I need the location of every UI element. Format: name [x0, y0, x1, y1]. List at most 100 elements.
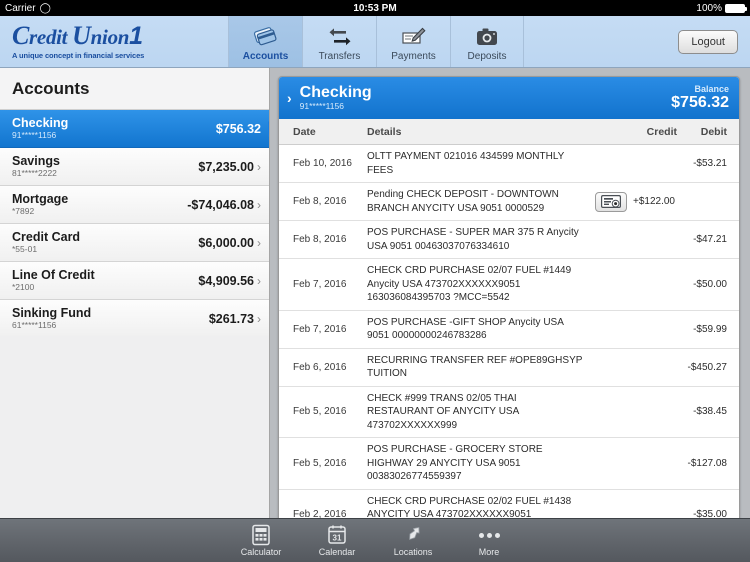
transaction-details: CHECK CRD PURCHASE 02/07 FUEL #1449 Anyc… — [367, 265, 572, 303]
transactions-panel: › Checking 91*****1156 Balance $756.32 D… — [278, 76, 740, 554]
account-name: Credit Card — [12, 229, 81, 244]
account-header-number: 91*****1156 — [299, 101, 344, 112]
main-body: Accounts Checking 91*****1156 $756.32 Savin… — [0, 68, 750, 562]
brand-name-c: C — [12, 21, 30, 50]
sidebar-account-row[interactable]: Credit Card *55-01 $6,000.00 › — [0, 224, 269, 262]
transaction-credit: +$122.00 — [633, 196, 675, 207]
account-name: Savings — [12, 153, 60, 168]
battery-percent-label: 100% — [696, 2, 722, 14]
nav-tab-payments[interactable]: Payments — [376, 16, 450, 67]
transaction-list[interactable]: Feb 10, 2016 OLTT PAYMENT 021016 434599 M… — [279, 145, 739, 539]
tab-more[interactable]: More — [458, 524, 520, 557]
transaction-row[interactable]: Feb 10, 2016 OLTT PAYMENT 021016 434599 M… — [279, 145, 739, 183]
transaction-debit: -$38.45 — [693, 406, 727, 418]
calendar-icon: 31 — [327, 524, 347, 546]
chevron-right-icon: › — [257, 235, 261, 250]
tab-locations[interactable]: Locations — [382, 524, 444, 557]
sidebar-title: Accounts — [12, 78, 90, 98]
transaction-credit-cell: +$122.00 — [591, 191, 677, 212]
account-header-name: Checking — [299, 83, 372, 101]
chevron-right-icon: › — [257, 159, 261, 174]
brand-name-nion: nion — [90, 25, 130, 49]
account-list[interactable]: Checking 91*****1156 $756.32 Savings 81*****… — [0, 110, 269, 336]
transaction-row[interactable]: Feb 6, 2016 RECURRING TRANSFER REF #OPE89… — [279, 348, 739, 387]
account-header[interactable]: › Checking 91*****1156 Balance $756.32 — [279, 77, 739, 119]
sidebar-header: Accounts — [0, 68, 269, 110]
transaction-debit: -$50.00 — [693, 278, 727, 290]
sidebar-account-row[interactable]: Mortgage *7892 -$74,046.08 › — [0, 186, 269, 224]
transaction-row[interactable]: Feb 5, 2016 CHECK #999 TRANS 02/05 THAI R… — [279, 386, 739, 438]
transaction-row[interactable]: Feb 8, 2016 POS PURCHASE - SUPER MAR 375 … — [279, 221, 739, 259]
transaction-row[interactable]: Feb 7, 2016 POS PURCHASE -GIFT SHOP Anyci… — [279, 310, 739, 349]
logout-button[interactable]: Logout — [678, 29, 738, 54]
calculator-icon — [251, 524, 271, 546]
account-balance: $261.73 — [208, 311, 254, 326]
nav-tab-accounts-label: Accounts — [242, 50, 289, 62]
chevron-right-icon[interactable]: › — [287, 90, 292, 106]
sidebar-account-row[interactable]: Savings 81*****2222 $7,235.00 › — [0, 148, 269, 186]
status-bar-left: Carrier ◯ — [5, 3, 51, 14]
column-header-debit: Debit — [700, 125, 727, 138]
transaction-row[interactable]: Feb 8, 2016 Pending CHECK DEPOSIT - DOWNT… — [279, 183, 739, 221]
sidebar-account-row[interactable]: Line Of Credit *2100 $4,909.56 › — [0, 262, 269, 300]
transaction-row[interactable]: Feb 7, 2016 CHECK CRD PURCHASE 02/07 FUEL… — [279, 259, 739, 311]
transaction-row[interactable]: Feb 5, 2016 POS PURCHASE - GROCERY STORE … — [279, 438, 739, 490]
balance-label: Balance — [694, 84, 729, 95]
account-header-titles: Checking 91*****1156 — [300, 84, 372, 113]
account-number: *7892 — [12, 206, 35, 217]
nav-tabs: Accounts Transfers Payments Deposits — [228, 16, 524, 67]
transaction-details: CHECK #999 TRANS 02/05 THAI RESTAURANT O… — [367, 392, 519, 431]
transaction-date: Feb 5, 2016 — [293, 457, 347, 469]
camera-icon — [475, 25, 499, 49]
account-balance: $7,235.00 — [198, 159, 254, 174]
transaction-date: Feb 6, 2016 — [293, 361, 347, 373]
tab-more-label: More — [478, 547, 500, 557]
map-pin-icon — [402, 524, 424, 546]
nav-tab-accounts[interactable]: Accounts — [228, 16, 302, 67]
tab-locations-label: Locations — [393, 547, 433, 557]
account-names: Checking 91*****1156 — [12, 116, 68, 141]
account-names: Line Of Credit *2100 — [12, 268, 95, 293]
account-number: *55-01 — [12, 244, 38, 255]
status-bar-right: 100% — [696, 2, 747, 14]
transaction-debit: -$59.99 — [693, 323, 727, 335]
chevron-right-icon: › — [257, 311, 261, 326]
tab-calendar[interactable]: 31 Calendar — [306, 524, 368, 557]
account-balance-box: Balance $756.32 — [671, 84, 729, 112]
sidebar-account-row[interactable]: Sinking Fund 61*****1156 $261.73 › — [0, 300, 269, 336]
account-number: 81*****2222 — [12, 168, 57, 179]
transactions-column-header: Date Details Credit Debit — [279, 119, 739, 145]
status-bar: Carrier ◯ 10:53 PM 100% — [0, 0, 750, 16]
account-number: 91*****1156 — [12, 130, 57, 141]
account-balance-area: $7,235.00 › — [198, 160, 261, 174]
column-header-date: Date — [293, 125, 316, 138]
account-names: Sinking Fund 61*****1156 — [12, 306, 91, 331]
account-balance: $6,000.00 — [198, 235, 254, 250]
brand-tagline: A unique concept in financial services — [12, 51, 145, 60]
sidebar-account-row[interactable]: Checking 91*****1156 $756.32 — [0, 110, 269, 148]
account-balance-area: $4,909.56 › — [198, 274, 261, 288]
transaction-date: Feb 7, 2016 — [293, 323, 347, 335]
battery-icon — [725, 3, 747, 13]
nav-tab-deposits-label: Deposits — [467, 50, 507, 62]
chevron-right-icon: › — [257, 273, 261, 288]
check-view-icon[interactable] — [595, 191, 627, 212]
check-pen-icon — [401, 25, 427, 49]
account-balance: -$74,046.08 — [187, 197, 254, 212]
account-balance: $756.32 — [215, 121, 261, 136]
chevron-right-icon: › — [257, 197, 261, 212]
account-balance-area: $261.73 › — [209, 312, 261, 326]
brand-name-one: 1 — [129, 22, 143, 50]
tab-calendar-label: Calendar — [318, 547, 356, 557]
account-names: Savings 81*****2222 — [12, 154, 60, 179]
svg-text:31: 31 — [333, 533, 342, 542]
logout-area: Logout — [678, 16, 750, 67]
nav-tab-transfers[interactable]: Transfers — [302, 16, 376, 67]
tab-calculator-label: Calculator — [240, 547, 282, 557]
tab-calculator[interactable]: Calculator — [230, 524, 292, 557]
account-names: Credit Card *55-01 — [12, 230, 80, 255]
top-navigation-bar: Credit Union1 A unique concept in financ… — [0, 16, 750, 68]
nav-tab-deposits[interactable]: Deposits — [450, 16, 524, 67]
transaction-details: Pending CHECK DEPOSIT - DOWNTOWN BRANCH … — [367, 189, 559, 214]
